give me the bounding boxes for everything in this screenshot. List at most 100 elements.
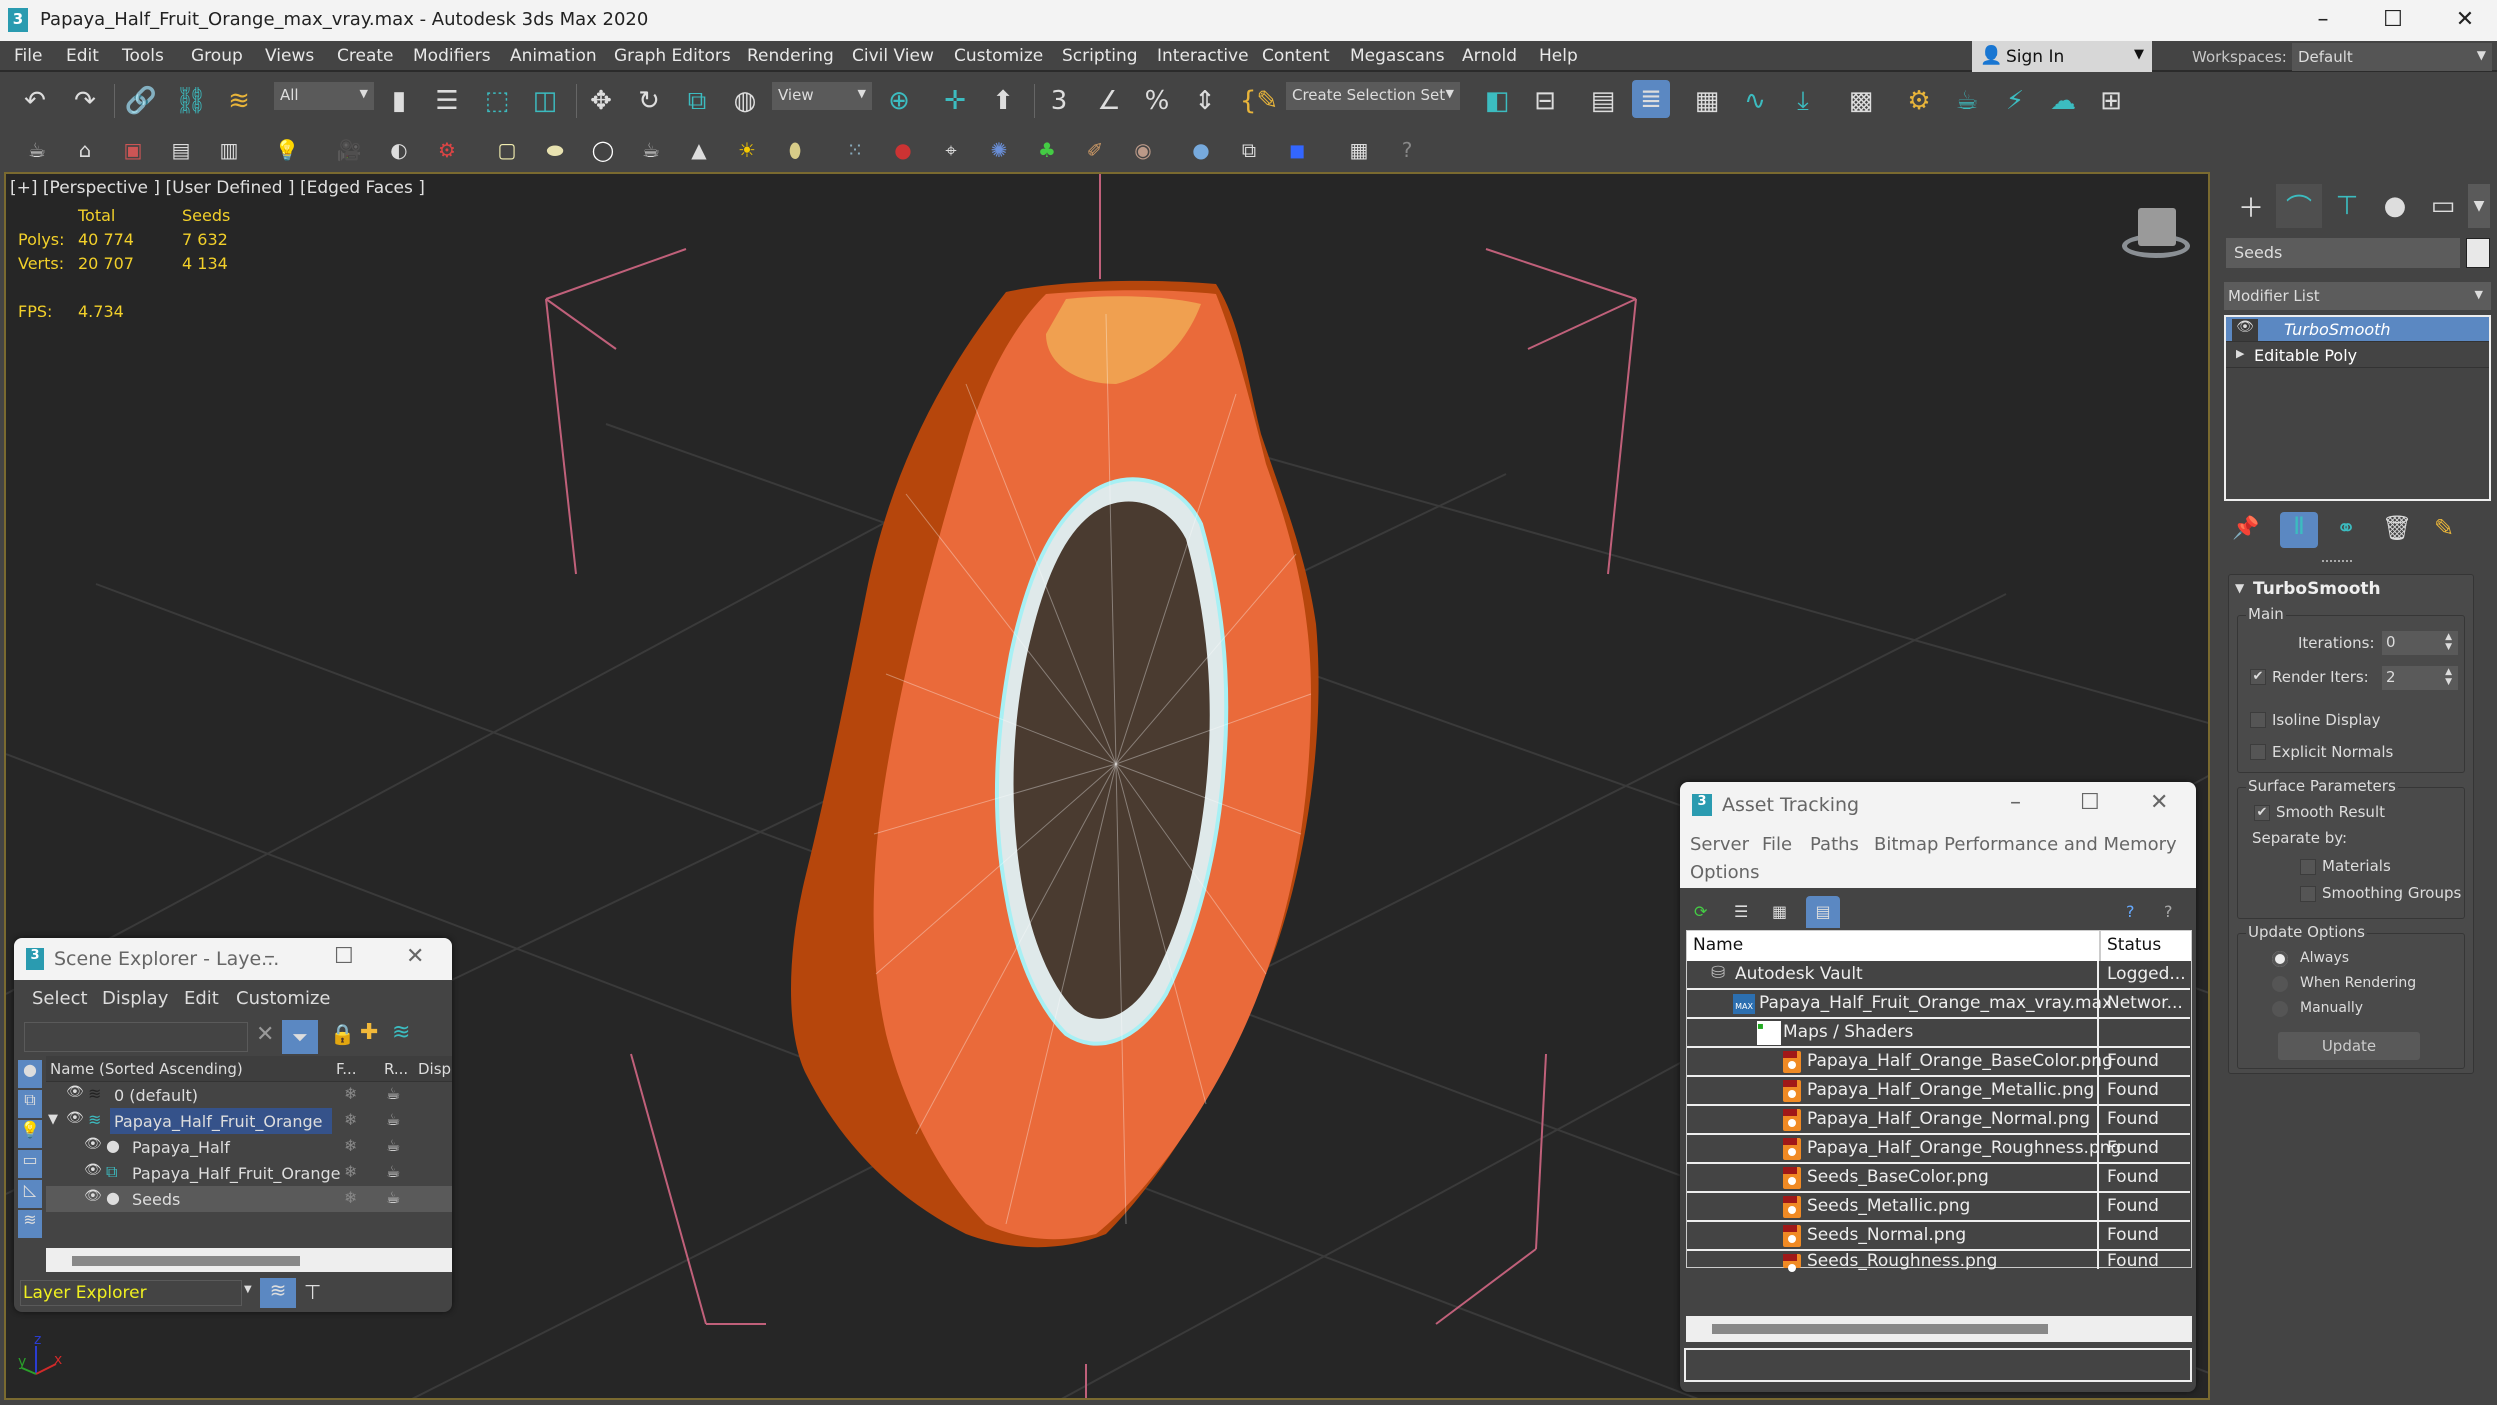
vray-log-icon[interactable]: ▦ [1344, 135, 1374, 165]
explicit-normals-checkbox[interactable] [2250, 744, 2266, 760]
menu-graph-editors[interactable]: Graph Editors [614, 46, 731, 66]
scene-explorer-titlebar[interactable]: 3 Scene Explorer - Laye... – ☐ ✕ [14, 938, 452, 980]
move-icon[interactable]: ✥ [582, 82, 620, 120]
tree-row[interactable]: 👁 ≋ 0 (default) ❄ ☕ [46, 1082, 452, 1108]
stack-item-editable-poly[interactable]: ▶ Editable Poly [2226, 343, 2489, 368]
create-tab-icon[interactable]: ＋ [2228, 184, 2274, 228]
object-name-field[interactable]: Seeds [2226, 238, 2460, 268]
sign-in-dropdown[interactable]: 👤 Sign In ▼ [1972, 41, 2152, 72]
menu-tools[interactable]: Tools [122, 46, 164, 66]
selection-filter-dropdown[interactable]: All ▼ [274, 82, 374, 110]
at-path-field[interactable] [1684, 1348, 2192, 1382]
se-horizontal-scrollbar[interactable] [46, 1248, 452, 1272]
se-menu-display[interactable]: Display [102, 988, 168, 1009]
at-horizontal-scrollbar[interactable] [1686, 1316, 2192, 1342]
object-color-swatch[interactable] [2466, 238, 2490, 268]
asset-row[interactable]: Seeds_Normal.png Found [1687, 1222, 2190, 1251]
physical-camera-icon[interactable]: ◐ [384, 135, 414, 165]
filter-cameras-icon[interactable]: ▭ [18, 1150, 42, 1178]
more-tabs-chevron-icon[interactable]: ▼ [2468, 184, 2490, 228]
asset-row[interactable]: Seeds_Roughness.png Found [1687, 1251, 2190, 1272]
redo-icon[interactable]: ↷ [66, 82, 104, 120]
unlink-icon[interactable]: ⛓ [172, 82, 210, 120]
show-end-result-icon[interactable]: Ⅱ [2280, 512, 2318, 548]
add-layer-icon[interactable]: ✚ [360, 1020, 378, 1045]
freeze-icon[interactable]: ❄ [344, 1188, 357, 1207]
filter-spacewarps-icon[interactable]: ≋ [18, 1210, 42, 1238]
asset-row[interactable]: Papaya_Half_Orange_Normal.png Found [1687, 1106, 2190, 1135]
filter-shapes-icon[interactable]: ⧉ [18, 1090, 42, 1118]
schematic-view-icon[interactable]: ⤓ [1784, 82, 1822, 120]
menu-megascans[interactable]: Megascans [1350, 46, 1445, 66]
plane-light-icon[interactable]: ▢ [492, 135, 522, 165]
se-search-input[interactable] [24, 1022, 248, 1052]
toggle-layer-explorer-icon[interactable]: ≣ [1632, 80, 1670, 118]
asset-row[interactable]: Seeds_Metallic.png Found [1687, 1193, 2190, 1222]
scrollbar-thumb[interactable] [1712, 1324, 2048, 1334]
vray-fur-icon[interactable]: ⁙ [840, 135, 870, 165]
column-divider[interactable] [2099, 931, 2101, 961]
material-editor-icon[interactable]: ▩ [1842, 82, 1880, 120]
configure-modifier-sets-icon[interactable]: ✎ [2434, 514, 2454, 542]
link-icon[interactable]: 🔗 [122, 82, 160, 120]
visibility-eye-icon[interactable]: 👁 [66, 1084, 84, 1100]
asset-row[interactable]: ▪ Maps / Shaders [1687, 1019, 2190, 1048]
isoline-display-checkbox[interactable] [2250, 712, 2266, 728]
explorer-type-dropdown[interactable]: Layer Explorer [20, 1280, 242, 1306]
at-menu-paths[interactable]: Paths [1810, 834, 1859, 855]
column-renderable[interactable]: R... [384, 1060, 408, 1078]
column-name[interactable]: Name [1693, 935, 1743, 955]
at-menu-bitmap-performance[interactable]: Bitmap Performance and Memory [1874, 834, 2177, 855]
update-manually-radio[interactable] [2272, 1001, 2288, 1017]
make-unique-icon[interactable]: ⚭ [2336, 514, 2356, 542]
hair-farm-icon[interactable]: ✐ [1080, 135, 1110, 165]
pivot-center-icon[interactable]: ⊕ [880, 82, 918, 120]
stack-item-turbosmooth[interactable]: 👁 TurboSmooth [2226, 317, 2489, 342]
tree-row[interactable]: 👁 ● Seeds ❄ ☕ [46, 1186, 452, 1212]
filter-icon[interactable]: ⏷ [282, 1020, 318, 1054]
visibility-eye-icon[interactable]: 👁 [84, 1136, 102, 1152]
light-lister-icon[interactable]: 💡 [272, 135, 302, 165]
tree-row[interactable]: ▼ 👁 ≋ Papaya_Half_Fruit_Orange ❄ ☕ [46, 1108, 452, 1134]
asset-row[interactable]: Seeds_BaseColor.png Found [1687, 1164, 2190, 1193]
render-teapot-icon[interactable]: ☕ [386, 1162, 400, 1181]
mirror-icon[interactable]: ◧ [1478, 82, 1516, 120]
menu-help[interactable]: Help [1539, 46, 1578, 66]
column-display[interactable]: Displ [418, 1060, 452, 1078]
asset-row[interactable]: MAX Papaya_Half_Fruit_Orange_max_vray.max… [1687, 990, 2190, 1019]
update-button[interactable]: Update [2278, 1032, 2420, 1060]
shape-icon[interactable]: ⌂ [70, 135, 100, 165]
vray-scene-icon[interactable]: ⧉ [1234, 135, 1264, 165]
vray-object-props-icon[interactable]: ◼ [1282, 135, 1312, 165]
minimize-button[interactable]: – [2010, 790, 2021, 815]
select-by-name-icon[interactable]: ☰ [428, 82, 466, 120]
menu-arnold[interactable]: Arnold [1462, 46, 1517, 66]
menu-customize[interactable]: Customize [954, 46, 1043, 66]
angle-snap-icon[interactable]: ∠ [1090, 82, 1128, 120]
menu-group[interactable]: Group [191, 46, 243, 66]
render-teapot-icon[interactable]: ☕ [386, 1110, 400, 1129]
help-icon[interactable]: ? [1392, 135, 1422, 165]
filter-geometry-icon[interactable]: ● [18, 1060, 42, 1088]
hierarchy-tab-icon[interactable]: ⊤ [2324, 184, 2370, 228]
move-to-layer-icon[interactable]: ≋ [392, 1020, 410, 1045]
menu-civil-view[interactable]: Civil View [852, 46, 934, 66]
freeze-icon[interactable]: ❄ [344, 1084, 357, 1103]
settings-panel-icon[interactable]: ▥ [214, 135, 244, 165]
collapse-arrow-icon[interactable]: ▼ [2235, 581, 2244, 595]
viewport-label[interactable]: [+] [Perspective ] [User Defined ] [Edge… [10, 178, 425, 198]
iterations-spinner[interactable]: 0 ▲ ▼ [2382, 631, 2458, 655]
bind-space-warp-icon[interactable]: ≋ [220, 82, 258, 120]
teapot-icon[interactable]: ☕ [22, 135, 52, 165]
viewcube-icon[interactable] [2118, 204, 2194, 264]
rendered-frame-window-icon[interactable]: ☕ [1948, 82, 1986, 120]
tree-row[interactable]: 👁 ⧉ Papaya_Half_Fruit_Orange ❄ ☕ [46, 1160, 452, 1186]
menu-rendering[interactable]: Rendering [747, 46, 834, 66]
smoothing-groups-checkbox[interactable] [2300, 886, 2316, 902]
rectangular-selection-icon[interactable]: ⬚ [478, 82, 516, 120]
asset-row[interactable]: Papaya_Half_Orange_BaseColor.png Found [1687, 1048, 2190, 1077]
help-query-disabled-icon[interactable]: ? [2164, 902, 2173, 921]
scrollbar-thumb[interactable] [72, 1256, 300, 1266]
toggle-ribbon-icon[interactable]: ▦ [1688, 82, 1726, 120]
render-iters-spinner[interactable]: 2 ▲ ▼ [2382, 666, 2458, 690]
